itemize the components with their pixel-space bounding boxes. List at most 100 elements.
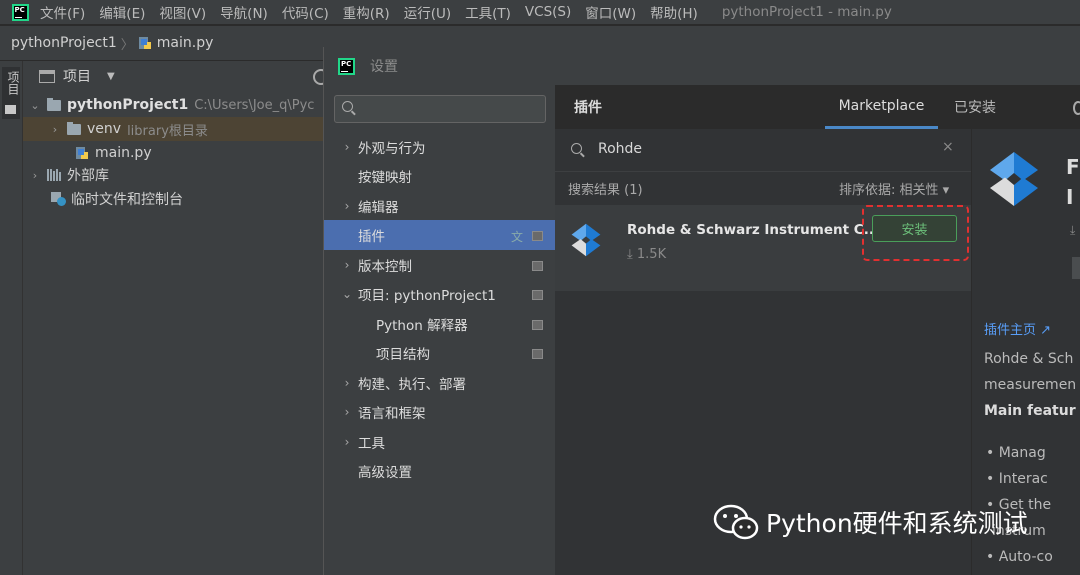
settings-item-appearance[interactable]: › 外观与行为	[324, 132, 555, 162]
menu-navigate[interactable]: 导航(N)	[220, 2, 268, 22]
settings-item-project[interactable]: ⌄ 项目: pythonProject1	[324, 279, 555, 309]
scratches-label: 临时文件和控制台	[71, 192, 183, 208]
venv-hint: library根目录	[127, 123, 208, 139]
detail-title-1: F	[1066, 155, 1080, 179]
project-panel-header: 项目 ▼	[23, 61, 329, 91]
feature-bullet: • Manag	[986, 445, 1046, 461]
plugin-homepage-link[interactable]: 插件主页 ↗	[984, 319, 1051, 338]
plugin-downloads: ⤓ 1.5K	[627, 247, 667, 262]
dialog-title: 设置	[370, 59, 398, 75]
project-panel: 项目 ▼ ⌄ pythonProject1 C:\Users\Joe_q\Pyc…	[23, 61, 329, 575]
download-icon: ⤓	[1070, 223, 1076, 237]
external-libs-label: 外部库	[67, 168, 109, 184]
project-level-icon	[532, 349, 543, 359]
install-button[interactable]: 安装	[872, 215, 957, 242]
watermark-text: Python硬件和系统测试	[766, 509, 1028, 538]
settings-item-build[interactable]: › 构建、执行、部署	[324, 368, 555, 398]
rohde-schwarz-logo-icon	[571, 223, 601, 257]
tab-marketplace[interactable]: Marketplace	[825, 85, 938, 129]
chevron-down-icon[interactable]: ⌄	[29, 99, 41, 112]
plugin-name: Rohde & Schwarz Instrument C...	[627, 222, 880, 238]
settings-item-advanced[interactable]: 高级设置	[324, 456, 555, 486]
menu-refactor[interactable]: 重构(R)	[343, 2, 390, 22]
project-panel-title: 项目	[63, 69, 91, 85]
project-tool-tab-label: 项目	[6, 71, 20, 95]
project-level-icon	[532, 231, 543, 241]
main-py-label: main.py	[95, 145, 152, 161]
project-level-icon	[532, 290, 543, 300]
settings-item-tools[interactable]: › 工具	[324, 427, 555, 457]
menu-bar: PC 文件(F) 编辑(E) 视图(V) 导航(N) 代码(C) 重构(R) 运…	[0, 0, 1080, 24]
chevron-right-icon[interactable]: ›	[29, 169, 41, 182]
close-icon[interactable]: ×	[942, 139, 954, 155]
project-tool-tab[interactable]: 项目	[2, 67, 20, 119]
python-file-icon	[138, 36, 152, 50]
menu-vcs[interactable]: VCS(S)	[525, 4, 571, 20]
search-icon-handle	[580, 152, 585, 158]
settings-item-python-interpreter[interactable]: Python 解释器	[324, 309, 555, 339]
tool-window-stripe: 项目	[0, 61, 23, 575]
menu-view[interactable]: 视图(V)	[159, 2, 206, 22]
menu-run[interactable]: 运行(U)	[404, 2, 451, 22]
settings-item-keymap[interactable]: 按键映射	[324, 161, 555, 191]
menu-file[interactable]: 文件(F)	[40, 2, 85, 22]
tree-item-external-libs[interactable]: › 外部库	[29, 163, 109, 187]
rohde-schwarz-logo-icon	[990, 152, 1038, 206]
menu-help[interactable]: 帮助(H)	[650, 2, 698, 22]
tree-item-scratches[interactable]: 临时文件和控制台	[51, 187, 183, 211]
detail-desc-line2: measuremen	[984, 377, 1077, 393]
plugin-list-item[interactable]: Rohde & Schwarz Instrument C... ⤓ 1.5K 安…	[555, 205, 971, 291]
detail-desc-line1: Rohde & Sch	[984, 351, 1074, 367]
breadcrumb-project[interactable]: pythonProject1	[11, 35, 117, 51]
tree-item-main-py[interactable]: main.py	[75, 141, 152, 165]
chevron-right-icon[interactable]: ›	[49, 123, 61, 136]
translate-icon: 文	[510, 230, 523, 244]
breadcrumb-separator: 〉	[120, 37, 134, 53]
wechat-logo-icon	[713, 504, 759, 540]
tab-installed[interactable]: 已安装	[954, 85, 996, 129]
project-view-icon	[39, 69, 55, 83]
settings-dialog: PC 设置 › 外观与行为 按键映射 › 编辑器 插件 文 › 版本控制 ⌄ 项目: p…	[323, 47, 1080, 575]
detail-action-button[interactable]	[1072, 257, 1080, 279]
root-project-name: pythonProject1	[67, 97, 189, 113]
tree-item-venv[interactable]: › venv library根目录	[23, 117, 323, 141]
watermark: Python硬件和系统测试	[712, 500, 1028, 544]
plugins-header: 插件	[574, 100, 602, 116]
search-results-count: 搜索结果 (1)	[568, 183, 643, 198]
settings-item-project-structure[interactable]: 项目结构	[324, 338, 555, 368]
menu-window[interactable]: 窗口(W)	[585, 2, 636, 22]
folder-icon	[47, 97, 61, 111]
settings-item-editor[interactable]: › 编辑器	[324, 191, 555, 221]
settings-item-languages[interactable]: › 语言和框架	[324, 397, 555, 427]
tree-root[interactable]: ⌄ pythonProject1 C:\Users\Joe_q\Pyc	[29, 93, 314, 117]
library-icon	[47, 169, 61, 181]
search-icon-handle	[351, 110, 356, 116]
settings-item-plugins[interactable]: 插件 文	[324, 220, 555, 250]
app-logo: PC	[0, 3, 40, 21]
folder-icon	[67, 121, 81, 135]
menu-tools[interactable]: 工具(T)	[465, 2, 511, 22]
scratches-icon	[51, 192, 67, 206]
pycharm-logo-icon: PC	[338, 57, 355, 75]
window-title: pythonProject1 - main.py	[721, 4, 892, 20]
venv-label: venv	[87, 121, 122, 137]
sort-dropdown[interactable]: 排序依据: 相关性 ▾	[839, 179, 949, 198]
dialog-title-bar: PC 设置	[324, 47, 1080, 86]
settings-search-input[interactable]	[334, 95, 546, 123]
detail-title-2: I	[1066, 185, 1074, 209]
gear-icon[interactable]	[1073, 101, 1080, 115]
project-level-icon	[532, 320, 543, 330]
folder-icon	[5, 105, 16, 114]
plugin-search-field[interactable]: Rohde ×	[555, 129, 971, 172]
chevron-down-icon[interactable]: ▼	[107, 71, 115, 82]
project-level-icon	[532, 261, 543, 271]
plugin-search-value: Rohde	[598, 141, 643, 157]
pycharm-logo-icon: PC	[11, 3, 29, 21]
feature-bullet: • Auto-co	[986, 549, 1053, 565]
menu-code[interactable]: 代码(C)	[282, 2, 329, 22]
menu-edit[interactable]: 编辑(E)	[99, 2, 145, 22]
breadcrumb-file[interactable]: main.py	[157, 35, 214, 51]
python-file-icon	[75, 146, 89, 160]
settings-item-vcs[interactable]: › 版本控制	[324, 250, 555, 280]
root-project-path: C:\Users\Joe_q\Pyc	[194, 97, 315, 113]
